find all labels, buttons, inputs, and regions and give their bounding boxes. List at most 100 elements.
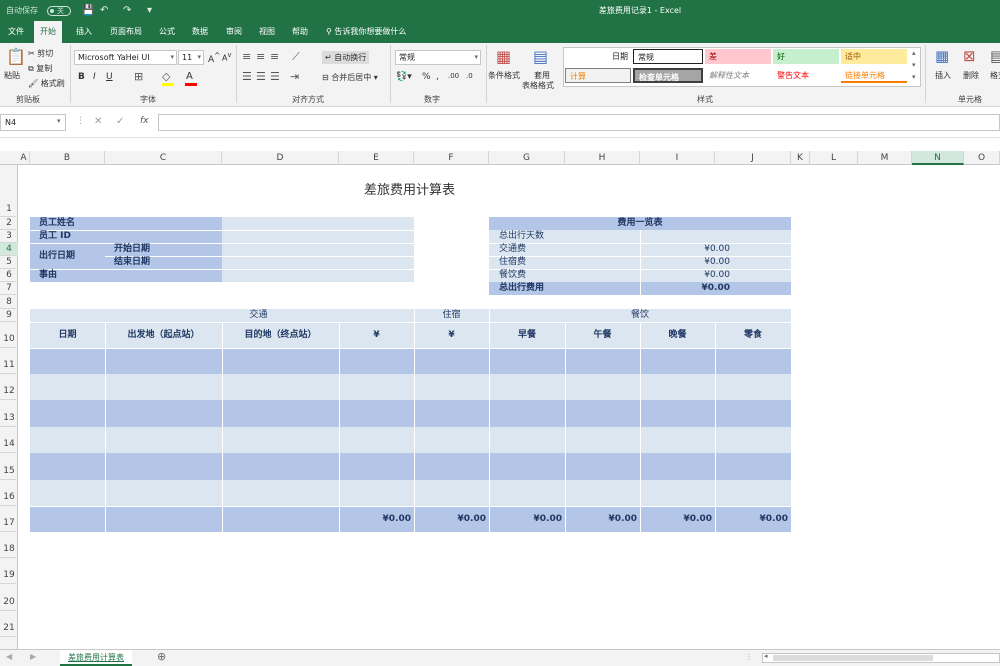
row-header-21[interactable]: 21 [0,611,18,637]
row-header-8[interactable]: 8 [0,295,18,309]
format-cells-icon[interactable]: ▤ [990,47,1000,65]
align-bottom-icon[interactable]: ≡ [270,50,279,63]
undo-icon[interactable]: ↶ [100,0,108,21]
format-as-table-button-2[interactable]: 表格格式 [522,80,554,91]
row-header-2[interactable]: 2 [0,217,18,230]
style-bad[interactable]: 差 [705,49,771,64]
table-row[interactable] [30,427,791,453]
number-format-select[interactable]: 常规 ▾ [395,50,481,65]
row-header-12[interactable]: 12 [0,374,18,400]
tab-formulas[interactable]: 公式 [153,21,181,43]
table-row[interactable] [30,348,791,374]
formula-input[interactable] [158,114,1000,131]
align-middle-icon[interactable]: ≡ [256,50,265,63]
borders-icon[interactable]: ⊞ [134,70,143,83]
paste-icon[interactable]: 📋 [6,47,26,66]
grow-font-button[interactable]: A^ [208,51,220,65]
styles-more[interactable]: ▾ [912,73,916,81]
style-calculation[interactable]: 计算 [565,68,631,83]
summary-meals-value[interactable]: ¥0.00 [640,269,730,281]
style-check-cell[interactable]: 检查单元格 [633,68,703,83]
tab-home[interactable]: 开始 [34,21,62,43]
scroll-left-arrow-icon[interactable]: ◂ [764,652,768,660]
total-breakfast[interactable]: ¥0.00 [489,513,562,525]
format-cells-button[interactable]: 格式 [990,70,1000,81]
customize-qat-icon[interactable]: ▾ [147,0,152,21]
column-header-g[interactable]: G [489,151,565,165]
merge-center-button[interactable]: ⊟ 合并后居中 ▾ [322,72,378,83]
row-header-9[interactable]: 9 [0,309,18,322]
delete-cells-icon[interactable]: ⊠ [963,47,976,65]
scrollbar-thumb[interactable] [773,655,933,661]
total-snacks[interactable]: ¥0.00 [715,513,788,525]
row-header-16[interactable]: 16 [0,480,18,506]
style-linked-cell[interactable]: 链接单元格 [841,68,907,83]
total-lunch[interactable]: ¥0.00 [565,513,637,525]
delete-cells-button[interactable]: 删除 [963,70,979,81]
conditional-format-button[interactable]: 条件格式 [488,70,520,81]
styles-scroll-up[interactable]: ▴ [912,49,916,57]
column-header-c[interactable]: C [105,151,222,165]
align-left-icon[interactable]: ☰ [242,70,252,83]
tab-file[interactable]: 文件 [2,21,30,43]
insert-cells-button[interactable]: 插入 [935,70,951,81]
row-header-19[interactable]: 19 [0,558,18,584]
total-lodging[interactable]: ¥0.00 [414,513,486,525]
column-header-b[interactable]: B [30,151,105,165]
indent-icon[interactable]: ⇥ [290,70,299,83]
style-good[interactable]: 好 [773,49,839,64]
tell-me-box[interactable]: ⚲ 告诉我你想要做什么 [326,21,406,43]
scroll-tabs-right-icon[interactable]: ▶ [30,652,36,661]
column-header-o[interactable]: O [964,151,1000,165]
style-normal[interactable]: 常规 [633,49,703,64]
align-center-icon[interactable]: ☰ [256,70,266,83]
copy-button[interactable]: ⧉ 复制 [28,63,52,74]
sheet-tab-travel-expense[interactable]: 差旅费用计算表 [60,650,132,666]
insert-cells-icon[interactable]: ▦ [935,47,949,65]
table-row[interactable] [30,453,791,480]
row-header-14[interactable]: 14 [0,427,18,453]
tab-view[interactable]: 视图 [253,21,281,43]
redo-icon[interactable]: ↷ [123,0,131,21]
wrap-text-button[interactable]: ↵ 自动换行 [322,51,370,64]
italic-button[interactable]: I [93,72,96,82]
summary-lodging-value[interactable]: ¥0.00 [640,256,730,268]
shrink-font-button[interactable]: Av [222,51,231,63]
name-box-dropdown-icon[interactable]: ▾ [57,117,61,125]
tab-review[interactable]: 审阅 [220,21,248,43]
increase-decimal-icon[interactable]: .00 [448,72,459,80]
styles-scroll-down[interactable]: ▾ [912,61,916,69]
tab-insert[interactable]: 插入 [70,21,98,43]
underline-button[interactable]: U [106,72,113,82]
column-header-m[interactable]: M [858,151,912,165]
info-value-block[interactable] [222,217,414,282]
table-row[interactable] [30,374,791,400]
currency-icon[interactable]: 💱▾ [396,72,412,82]
style-explanatory[interactable]: 解释性文本 [705,68,771,83]
format-as-table-icon[interactable]: ▤ [533,47,548,66]
align-right-icon[interactable]: ☰ [270,70,280,83]
bold-button[interactable]: B [78,72,85,82]
row-header-13[interactable]: 13 [0,400,18,427]
horizontal-scrollbar[interactable]: ◂ [762,652,1000,663]
row-header-15[interactable]: 15 [0,453,18,480]
row-header-4[interactable]: 4 [0,243,18,256]
percent-icon[interactable]: % [422,72,431,82]
align-top-icon[interactable]: ≡ [242,50,251,63]
column-header-f[interactable]: F [414,151,489,165]
autosave-toggle[interactable]: 关 [47,6,71,16]
style-neutral[interactable]: 适中 [841,49,907,64]
font-size-select[interactable]: 11 ▾ [178,50,204,65]
column-header-n[interactable]: N [912,151,964,165]
row-header-17[interactable]: 17 [0,506,18,532]
add-sheet-icon[interactable]: ⊕ [157,650,166,663]
total-dinner[interactable]: ¥0.00 [640,513,712,525]
column-header-a[interactable]: A [18,151,30,165]
font-name-select[interactable]: Microsoft YaHei UI ▾ [74,50,177,65]
orientation-icon[interactable]: ⟋ [292,50,300,64]
tab-data[interactable]: 数据 [186,21,214,43]
row-header-7[interactable]: 7 [0,282,18,295]
font-color-icon[interactable]: A [186,71,193,82]
column-header-k[interactable]: K [791,151,810,165]
row-header-5[interactable]: 5 [0,256,18,269]
